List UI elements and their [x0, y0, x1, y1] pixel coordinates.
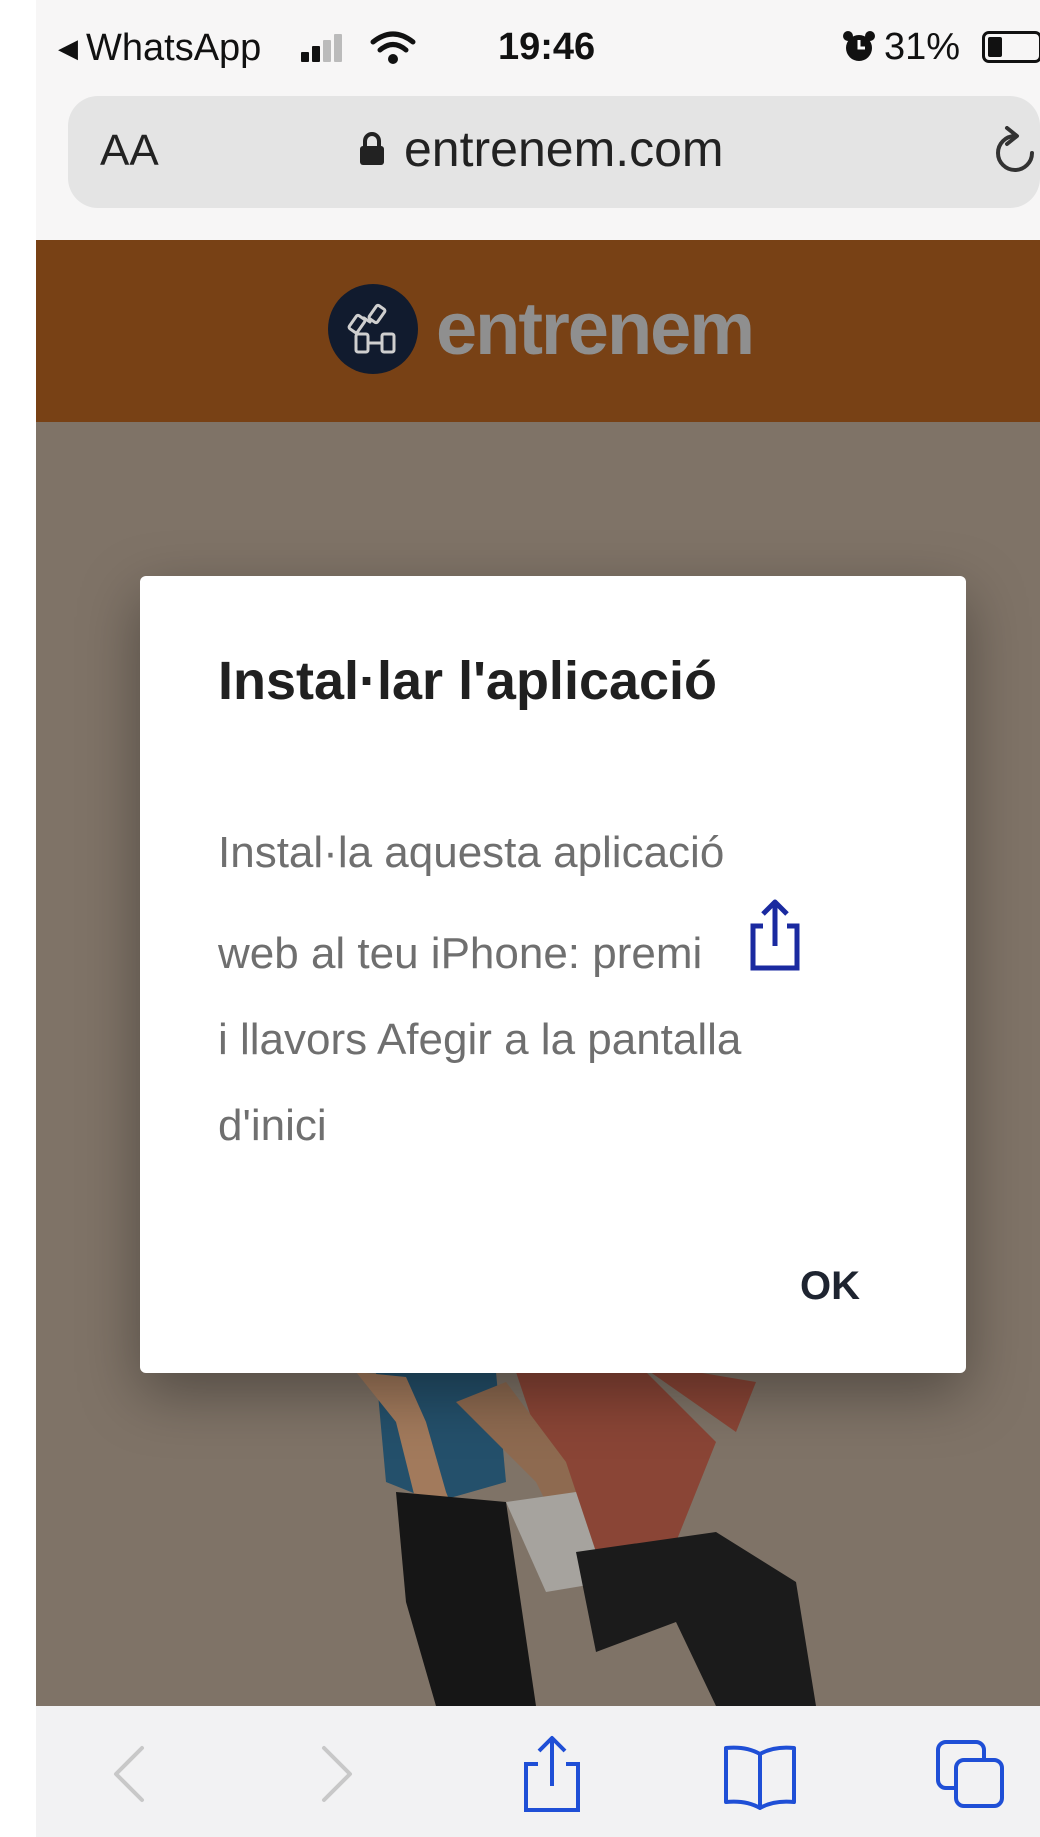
- dialog-body-line: i llavors Afegir a la pantalla: [218, 1015, 742, 1064]
- back-arrow-icon: ◀: [58, 33, 78, 63]
- dialog-body-line: Instal·la aquesta aplicació: [218, 828, 725, 877]
- address-bar[interactable]: AA entrenem.com: [68, 96, 1040, 208]
- dialog-body-line: d'inici: [218, 1101, 327, 1150]
- dialog-body-text: web al teu iPhone: premi: [218, 929, 703, 978]
- text-size-button[interactable]: AA: [100, 126, 159, 176]
- url-text: entrenem.com: [404, 121, 724, 177]
- text-size-label: AA: [100, 126, 159, 175]
- reload-icon[interactable]: [988, 126, 1040, 180]
- dialog-body-line-with-icon: web al teu iPhone: premi: [218, 896, 898, 997]
- site-header: entrenem: [36, 240, 1040, 422]
- share-icon[interactable]: [512, 1734, 592, 1814]
- back-to-app[interactable]: ◀ WhatsApp: [58, 27, 261, 70]
- share-icon: [750, 899, 800, 971]
- url-field[interactable]: entrenem.com: [358, 120, 724, 178]
- dialog-body: Instal·la aquesta aplicació web al teu i…: [218, 810, 898, 1169]
- browser-toolbar: [36, 1706, 1040, 1837]
- dumbbell-logo-icon: [328, 284, 418, 374]
- alarm-icon: [843, 31, 875, 61]
- bookmarks-icon[interactable]: [720, 1734, 800, 1814]
- battery-percent: 31%: [884, 26, 961, 68]
- status-bar: ◀ WhatsApp 19:46 31%: [36, 0, 1040, 96]
- browser-screen: ◀ WhatsApp 19:46 31% AA entrenem.com ent…: [36, 0, 1040, 1837]
- dialog-title: Instal·lar l'aplicació: [218, 651, 718, 711]
- battery-icon: [982, 31, 1040, 63]
- ok-button[interactable]: OK: [800, 1264, 860, 1309]
- install-app-dialog: Instal·lar l'aplicació Instal·la aquesta…: [140, 576, 966, 1373]
- lock-icon: [360, 132, 384, 165]
- status-time: 19:46: [498, 26, 596, 68]
- site-logo-text: entrenem: [436, 287, 755, 370]
- forward-icon[interactable]: [296, 1734, 376, 1814]
- back-icon[interactable]: [92, 1734, 172, 1814]
- signal-icon: [301, 32, 349, 62]
- tabs-icon[interactable]: [932, 1734, 1012, 1814]
- wifi-icon: [370, 31, 416, 64]
- back-app-label: WhatsApp: [86, 27, 262, 69]
